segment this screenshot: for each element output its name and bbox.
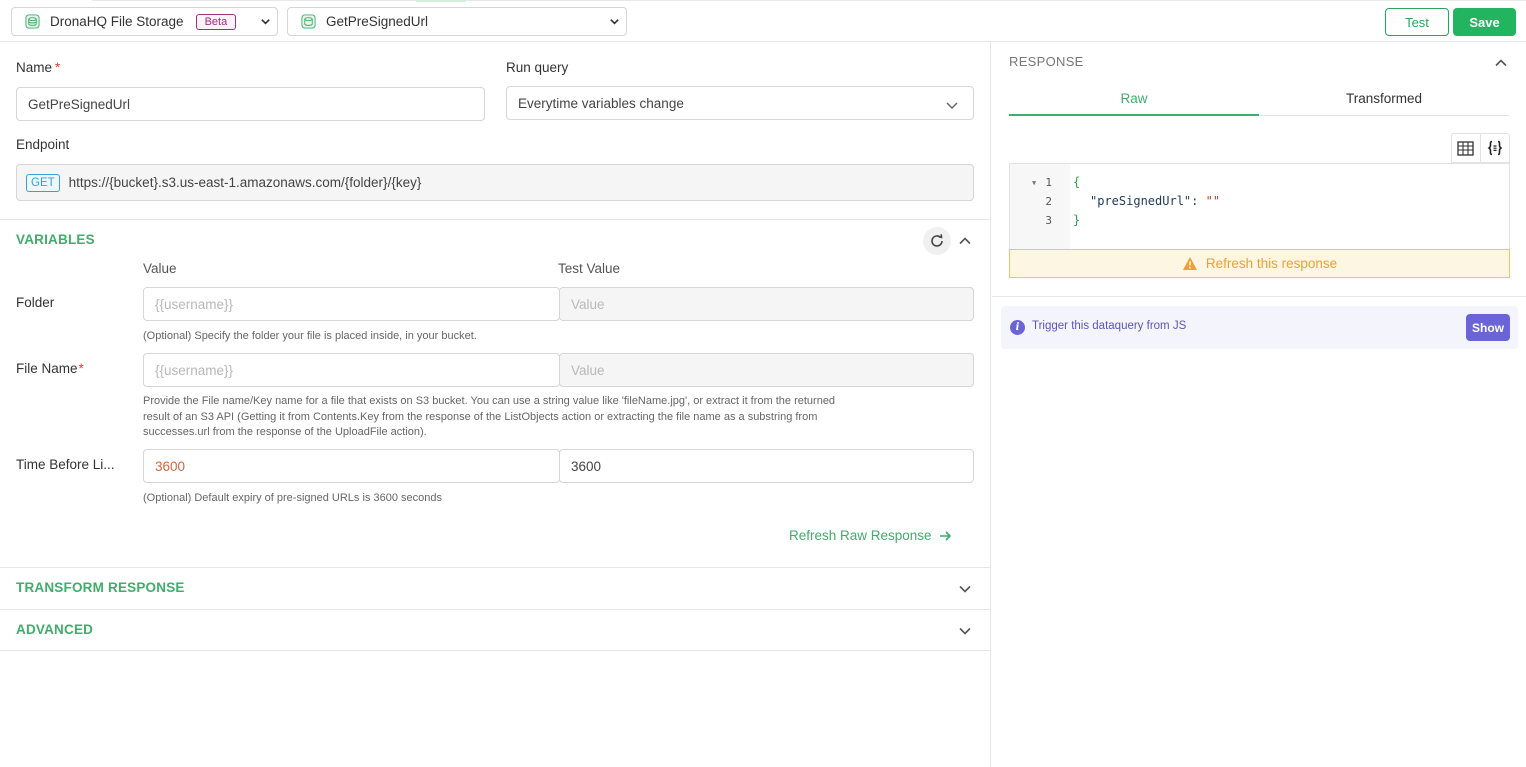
refresh-icon xyxy=(931,234,943,247)
datasource-label: DronaHQ File Storage xyxy=(50,14,184,29)
refresh-raw-response-link[interactable]: Refresh Raw Response xyxy=(789,528,952,543)
file-name-label: File Name* xyxy=(16,361,84,376)
beta-badge: Beta xyxy=(195,13,237,30)
top-bar: DronaHQ File Storage Beta GetPreSignedUr… xyxy=(0,0,1526,42)
endpoint-url: https://{bucket}.s3.us-east-1.amazonaws.… xyxy=(68,175,422,190)
folder-label: Folder xyxy=(16,295,55,310)
divider xyxy=(992,296,1526,297)
trigger-text: Trigger this dataquery from JS xyxy=(1032,320,1187,332)
json-braces-icon xyxy=(1486,139,1504,157)
refresh-variables-button[interactable] xyxy=(923,227,951,255)
folder-test-value-input[interactable]: Value xyxy=(559,287,974,321)
run-query-value: Everytime variables change xyxy=(518,95,684,111)
file-name-hint: Provide the File name/Key name for a fil… xyxy=(143,395,836,438)
response-title: RESPONSE xyxy=(1009,54,1084,69)
view-toggle xyxy=(1451,133,1510,163)
run-query-label: Run query xyxy=(506,60,569,75)
tab-transformed[interactable]: Transformed xyxy=(1259,91,1509,106)
folder-hint: (Optional) Specify the folder your file … xyxy=(143,330,477,342)
trigger-from-js-banner: i Trigger this dataquery from JS Show xyxy=(1001,306,1518,349)
refresh-response-label: Refresh this response xyxy=(1205,256,1338,271)
test-value-column-header: Test Value xyxy=(558,261,621,276)
datasource-select[interactable]: DronaHQ File Storage Beta xyxy=(11,7,278,36)
refresh-response-bar[interactable]: Refresh this response xyxy=(1009,249,1510,278)
chevron-down-icon xyxy=(261,19,270,25)
divider xyxy=(0,650,991,651)
divider xyxy=(0,219,991,220)
response-tabs: Raw Transformed xyxy=(1009,86,1509,116)
file-name-test-value-input[interactable]: Value xyxy=(559,353,974,387)
folder-value-input[interactable]: {{username}} xyxy=(143,287,560,321)
time-before-hint: (Optional) Default expiry of pre-signed … xyxy=(143,492,442,504)
transform-response-section-title[interactable]: TRANSFORM RESPONSE xyxy=(16,580,185,595)
query-config-panel: Name * GetPreSignedUrl Run query Everytim… xyxy=(0,42,991,767)
divider xyxy=(0,609,991,610)
name-input[interactable]: GetPreSignedUrl xyxy=(16,87,485,121)
fold-arrow-icon[interactable]: ▼ xyxy=(1032,179,1036,187)
active-tab-indicator xyxy=(1009,114,1259,116)
chevron-up-icon[interactable] xyxy=(958,234,972,248)
storage-icon xyxy=(25,14,40,29)
json-view-button[interactable] xyxy=(1481,134,1509,162)
divider xyxy=(0,567,991,568)
chevron-down-icon[interactable] xyxy=(958,582,972,596)
time-before-value-input[interactable]: 3600 xyxy=(143,449,560,483)
info-icon: i xyxy=(1010,320,1025,335)
chevron-down-icon[interactable] xyxy=(958,624,972,638)
chevron-down-icon xyxy=(946,102,958,110)
table-icon xyxy=(1457,140,1474,156)
line-gutter: ▼ 1 2 3 xyxy=(1010,164,1070,249)
action-icon xyxy=(301,14,316,29)
advanced-section-title[interactable]: ADVANCED xyxy=(16,622,93,637)
save-button[interactable]: Save xyxy=(1453,8,1516,36)
endpoint-field[interactable]: GET https://{bucket}.s3.us-east-1.amazon… xyxy=(16,164,974,201)
response-panel: RESPONSE Raw Transformed ▼ 1 2 3 { "preS… xyxy=(992,42,1526,767)
variables-section-title: VARIABLES xyxy=(16,232,95,247)
run-query-select[interactable]: Everytime variables change xyxy=(506,86,974,120)
show-button[interactable]: Show xyxy=(1466,314,1510,341)
raw-response-editor[interactable]: ▼ 1 2 3 { "preSignedUrl": "" } xyxy=(1009,163,1510,250)
file-name-value-input[interactable]: {{username}} xyxy=(143,353,560,387)
value-column-header: Value xyxy=(143,261,177,276)
top-divider xyxy=(92,0,1526,1)
time-before-label: Time Before Li... xyxy=(16,457,115,472)
test-button[interactable]: Test xyxy=(1385,8,1449,36)
warning-icon xyxy=(1182,257,1197,270)
tab-raw[interactable]: Raw xyxy=(1009,91,1259,106)
time-before-test-value-input[interactable]: 3600 xyxy=(559,449,974,483)
arrow-right-icon xyxy=(939,530,951,541)
chevron-down-icon xyxy=(610,19,619,25)
top-accent xyxy=(416,0,466,2)
action-label: GetPreSignedUrl xyxy=(326,14,429,29)
endpoint-label: Endpoint xyxy=(16,137,70,152)
table-view-button[interactable] xyxy=(1452,134,1481,162)
action-select[interactable]: GetPreSignedUrl xyxy=(287,7,627,36)
method-badge: GET xyxy=(26,173,60,192)
refresh-raw-response-label: Refresh Raw Response xyxy=(789,528,932,543)
chevron-up-icon[interactable] xyxy=(1494,56,1508,70)
name-label: Name * xyxy=(16,60,61,75)
